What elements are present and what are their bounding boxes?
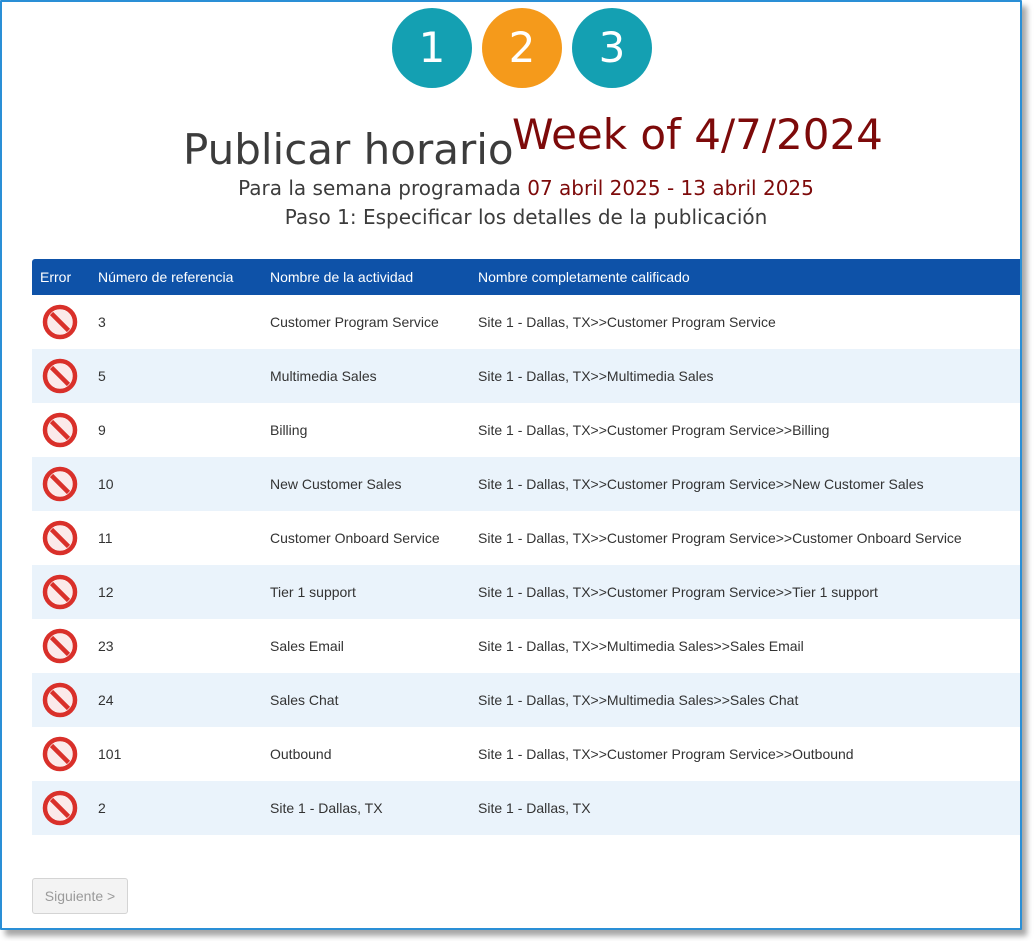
subtitle-dates: 07 abril 2025 - 13 abril 2025 <box>527 176 814 200</box>
fully-qualified-name: Site 1 - Dallas, TX>>Multimedia Sales>>S… <box>478 692 799 708</box>
error-cell <box>32 304 90 340</box>
reference-number: 11 <box>98 530 113 546</box>
step-2-indicator-active[interactable]: 2 <box>482 8 562 88</box>
reference-number: 10 <box>98 476 114 492</box>
fully-qualified-name: Site 1 - Dallas, TX>>Customer Program Se… <box>478 476 924 492</box>
error-prohibited-icon <box>42 790 78 826</box>
table-body: 3 Customer Program Service Site 1 - Dallas… <box>32 295 1020 835</box>
activity-name: Sales Chat <box>270 692 339 708</box>
fully-qualified-name: Site 1 - Dallas, TX <box>478 800 591 816</box>
step-description: Paso 1: Especificar los detalles de la p… <box>284 205 768 229</box>
activity-name: Billing <box>270 422 308 438</box>
table-row[interactable]: 11 Customer Onboard Service Site 1 - Dalla… <box>32 511 1020 565</box>
table-row[interactable]: 12 Tier 1 support Site 1 - Dallas, TX>>Cus… <box>32 565 1020 619</box>
table-row[interactable]: 23 Sales Email Site 1 - Dallas, TX>>Multim… <box>32 619 1020 673</box>
title-text: Publicar horario <box>183 125 514 174</box>
error-cell <box>32 358 90 394</box>
schedule-week-subtitle: Para la semana programada 07 abril 2025 … <box>2 176 1020 200</box>
activity-name: Multimedia Sales <box>270 368 377 384</box>
fully-qualified-name: Site 1 - Dallas, TX>>Multimedia Sales>>S… <box>478 638 804 654</box>
reference-number: 23 <box>98 638 114 654</box>
error-prohibited-icon <box>42 628 78 664</box>
error-cell <box>32 736 90 772</box>
reference-number: 3 <box>98 314 106 330</box>
reference-number: 5 <box>98 368 106 384</box>
column-header-activity[interactable]: Nombre de la actividad <box>262 269 470 285</box>
error-cell <box>32 520 90 556</box>
error-prohibited-icon <box>42 736 78 772</box>
table-row[interactable]: 3 Customer Program Service Site 1 - Dallas… <box>32 295 1020 349</box>
fully-qualified-name: Site 1 - Dallas, TX>>Customer Program Se… <box>478 584 878 600</box>
table-row[interactable]: 9 Billing Site 1 - Dallas, TX>>Customer Pr… <box>32 403 1020 457</box>
column-header-full-name[interactable]: Nombre completamente calificado <box>470 269 1020 285</box>
activity-name: Customer Onboard Service <box>270 530 440 546</box>
fully-qualified-name: Site 1 - Dallas, TX>>Customer Program Se… <box>478 422 830 438</box>
error-cell <box>32 628 90 664</box>
table-row[interactable]: 24 Sales Chat Site 1 - Dallas, TX>>Multime… <box>32 673 1020 727</box>
activity-name: Site 1 - Dallas, TX <box>270 800 383 816</box>
error-prohibited-icon <box>42 412 78 448</box>
step-3-indicator[interactable]: 3 <box>572 8 652 88</box>
error-prohibited-icon <box>42 466 78 502</box>
activity-name: Outbound <box>270 746 332 762</box>
table-row[interactable]: 101 Outbound Site 1 - Dallas, TX>>Customer… <box>32 727 1020 781</box>
activity-name: Tier 1 support <box>270 584 356 600</box>
error-cell <box>32 790 90 826</box>
activity-name: Sales Email <box>270 638 344 654</box>
reference-number: 101 <box>98 746 122 762</box>
table-row[interactable]: 10 New Customer Sales Site 1 - Dallas, TX>… <box>32 457 1020 511</box>
reference-number: 12 <box>98 584 114 600</box>
table-row[interactable]: 2 Site 1 - Dallas, TX Site 1 - Dallas, TX <box>32 781 1020 835</box>
fully-qualified-name: Site 1 - Dallas, TX>>Customer Program Se… <box>478 314 776 330</box>
subtitle-prefix: Para la semana programada <box>238 176 521 200</box>
error-cell <box>32 574 90 610</box>
activity-name: Customer Program Service <box>270 314 439 330</box>
table-header: Error Número de referencia Nombre de la … <box>32 259 1020 295</box>
publish-wizard-window: 1 2 3 Publicar horario Week of 4/7/2024 … <box>0 0 1022 930</box>
error-cell <box>32 466 90 502</box>
error-cell <box>32 412 90 448</box>
page-title: Publicar horario Week of 4/7/2024 <box>2 110 1020 180</box>
error-table: Error Número de referencia Nombre de la … <box>32 259 1020 835</box>
error-prohibited-icon <box>42 574 78 610</box>
reference-number: 9 <box>98 422 106 438</box>
fully-qualified-name: Site 1 - Dallas, TX>>Customer Program Se… <box>478 530 962 546</box>
fully-qualified-name: Site 1 - Dallas, TX>>Multimedia Sales <box>478 368 714 384</box>
step-1-indicator[interactable]: 1 <box>392 8 472 88</box>
reference-number: 24 <box>98 692 114 708</box>
next-button[interactable]: Siguiente > <box>32 878 128 914</box>
column-header-reference[interactable]: Número de referencia <box>90 269 262 285</box>
error-prohibited-icon <box>42 304 78 340</box>
table-row[interactable]: 5 Multimedia Sales Site 1 - Dallas, TX>>Mu… <box>32 349 1020 403</box>
column-header-error[interactable]: Error <box>32 269 90 285</box>
fully-qualified-name: Site 1 - Dallas, TX>>Customer Program Se… <box>478 746 854 762</box>
error-cell <box>32 682 90 718</box>
reference-number: 2 <box>98 800 106 816</box>
error-prohibited-icon <box>42 358 78 394</box>
wizard-steps: 1 2 3 <box>2 8 1020 88</box>
activity-name: New Customer Sales <box>270 476 402 492</box>
error-prohibited-icon <box>42 682 78 718</box>
week-label: Week of 4/7/2024 <box>512 110 883 159</box>
error-prohibited-icon <box>42 520 78 556</box>
